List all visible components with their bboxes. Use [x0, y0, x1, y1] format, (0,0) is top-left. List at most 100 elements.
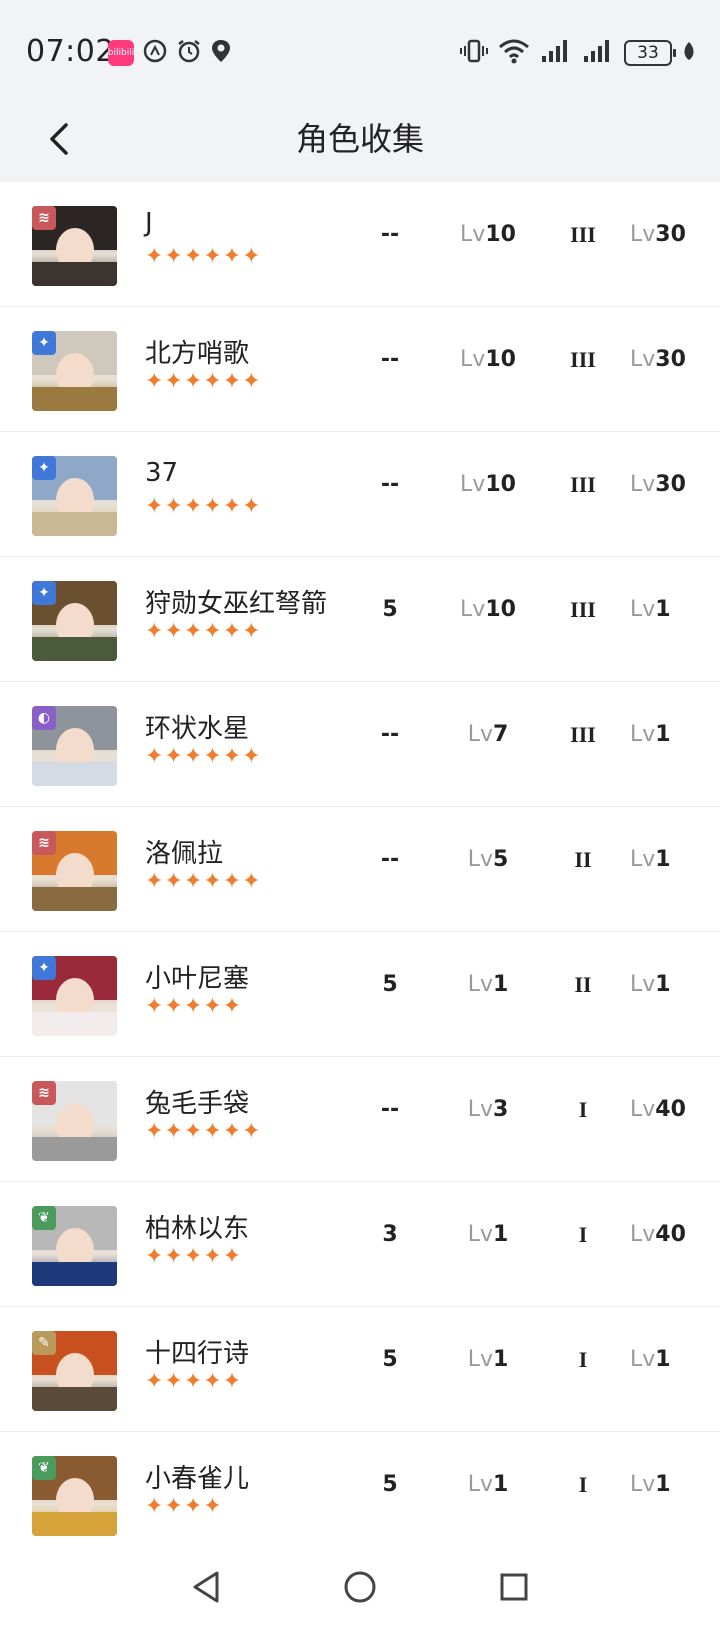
nav-home-button[interactable]: [338, 1567, 382, 1611]
level-value: 40: [655, 1222, 686, 1247]
location-icon: [210, 38, 232, 68]
character-level: Lv10: [448, 222, 528, 247]
level-value: 1: [655, 972, 671, 997]
character-name: 柏林以东: [145, 1214, 250, 1244]
level-value: 5: [492, 847, 509, 872]
level-value: 1: [492, 972, 509, 997]
wifi-icon: [498, 38, 530, 68]
level-value: 1: [492, 1472, 509, 1497]
lv-prefix: Lv: [467, 972, 493, 997]
character-name: 环状水星: [145, 714, 250, 744]
weapon-level: Lv30: [630, 347, 710, 372]
rank-numeral: II: [574, 847, 592, 872]
rank-numeral: II: [574, 972, 592, 997]
weapon-level: Lv1: [630, 1472, 710, 1497]
character-name: 十四行诗: [145, 1339, 250, 1369]
rank-numeral: III: [570, 597, 596, 622]
character-row[interactable]: ✦ 狩勋女巫红弩箭 ✦✦✦✦✦✦ 5 Lv10 III Lv1: [0, 557, 720, 682]
character-avatar: ✦: [32, 331, 117, 411]
rank-numeral: III: [570, 222, 596, 247]
status-left-icons: bilibili: [108, 38, 232, 68]
character-avatar: ❦: [32, 1456, 117, 1536]
character-list[interactable]: ≋ J ✦✦✦✦✦✦ -- Lv10 III Lv30 ✦ 北方哨歌 ✦✦✦✦✦…: [0, 182, 720, 1542]
character-row[interactable]: ◐ 环状水星 ✦✦✦✦✦✦ -- Lv7 III Lv1: [0, 682, 720, 807]
weapon-level: Lv1: [630, 1347, 710, 1372]
system-nav-bar: [0, 1545, 720, 1633]
character-avatar: ✦: [32, 581, 117, 661]
avatar-body: [32, 1512, 117, 1536]
level-value: 10: [485, 347, 516, 372]
class-badge-icon: ◐: [32, 706, 56, 730]
weapon-level: Lv30: [630, 222, 710, 247]
dupe-count: --: [380, 347, 400, 372]
character-row[interactable]: ≋ 兔毛手袋 ✦✦✦✦✦✦ -- Lv3 I Lv40: [0, 1057, 720, 1182]
character-level: Lv7: [448, 722, 528, 747]
rank-numeral: I: [578, 1222, 588, 1247]
avatar-body: [32, 887, 117, 911]
weapon-level: Lv40: [630, 1222, 710, 1247]
character-name: 37: [145, 458, 179, 488]
lv-prefix: Lv: [630, 222, 656, 247]
class-badge-icon: ❦: [32, 1206, 56, 1230]
star-rating: ✦✦✦✦✦✦: [145, 869, 262, 894]
speed-icon: [142, 38, 168, 68]
weapon-level: Lv40: [630, 1097, 710, 1122]
dupe-count: 5: [382, 597, 398, 622]
level-value: 1: [492, 1222, 509, 1247]
class-badge-icon: ✦: [32, 581, 56, 605]
lv-prefix: Lv: [630, 1347, 656, 1372]
level-value: 10: [485, 222, 516, 247]
vibrate-icon: [460, 38, 488, 68]
rank-numeral: I: [578, 1097, 588, 1122]
character-level: Lv5: [448, 847, 528, 872]
star-rating: ✦✦✦✦✦✦: [145, 494, 262, 519]
avatar-body: [32, 1262, 117, 1286]
lv-prefix: Lv: [460, 597, 486, 622]
character-row[interactable]: ✎ 十四行诗 ✦✦✦✦✦ 5 Lv1 I Lv1: [0, 1307, 720, 1432]
level-value: 1: [655, 1472, 671, 1497]
character-row[interactable]: ✦ 北方哨歌 ✦✦✦✦✦✦ -- Lv10 III Lv30: [0, 307, 720, 432]
star-rating: ✦✦✦✦✦: [145, 994, 243, 1019]
circle-home-icon: [342, 1569, 378, 1609]
avatar-body: [32, 512, 117, 536]
character-level: Lv10: [448, 597, 528, 622]
star-rating: ✦✦✦✦✦✦: [145, 244, 262, 269]
square-recents-icon: [498, 1571, 530, 1607]
character-avatar: ≋: [32, 1081, 117, 1161]
character-name: 小春雀儿: [145, 1464, 250, 1494]
lv-prefix: Lv: [630, 722, 656, 747]
avatar-body: [32, 762, 117, 786]
class-badge-icon: ✦: [32, 956, 56, 980]
character-avatar: ✦: [32, 956, 117, 1036]
level-value: 10: [485, 472, 516, 497]
character-row[interactable]: ❦ 柏林以东 ✦✦✦✦✦ 3 Lv1 I Lv40: [0, 1182, 720, 1307]
status-bar: 07:02 bilibili 33: [0, 0, 720, 100]
character-row[interactable]: ❦ 小春雀儿 ✦✦✦✦ 5 Lv1 I Lv1: [0, 1432, 720, 1542]
level-value: 3: [492, 1097, 509, 1122]
character-level: Lv1: [448, 972, 528, 997]
star-rating: ✦✦✦✦✦✦: [145, 369, 262, 394]
class-badge-icon: ≋: [32, 1081, 56, 1105]
lv-prefix: Lv: [630, 847, 656, 872]
rank-numeral: III: [570, 347, 596, 372]
character-row[interactable]: ≋ J ✦✦✦✦✦✦ -- Lv10 III Lv30: [0, 182, 720, 307]
star-rating: ✦✦✦✦✦✦: [145, 744, 262, 769]
dupe-count: --: [380, 847, 400, 872]
avatar-body: [32, 637, 117, 661]
nav-recents-button[interactable]: [492, 1567, 536, 1611]
dupe-count: --: [380, 222, 400, 247]
level-value: 30: [655, 222, 686, 247]
character-avatar: ✦: [32, 456, 117, 536]
alarm-icon: [176, 38, 202, 68]
nav-back-button[interactable]: [184, 1567, 228, 1611]
level-value: 10: [485, 597, 516, 622]
star-rating: ✦✦✦✦✦✦: [145, 619, 262, 644]
leaf-icon: [682, 40, 696, 66]
class-badge-icon: ✦: [32, 456, 56, 480]
weapon-level: Lv1: [630, 722, 710, 747]
character-row[interactable]: ≋ 洛佩拉 ✦✦✦✦✦✦ -- Lv5 II Lv1: [0, 807, 720, 932]
weapon-level: Lv30: [630, 472, 710, 497]
lv-prefix: Lv: [630, 347, 656, 372]
character-row[interactable]: ✦ 小叶尼塞 ✦✦✦✦✦ 5 Lv1 II Lv1: [0, 932, 720, 1057]
character-row[interactable]: ✦ 37 ✦✦✦✦✦✦ -- Lv10 III Lv30: [0, 432, 720, 557]
